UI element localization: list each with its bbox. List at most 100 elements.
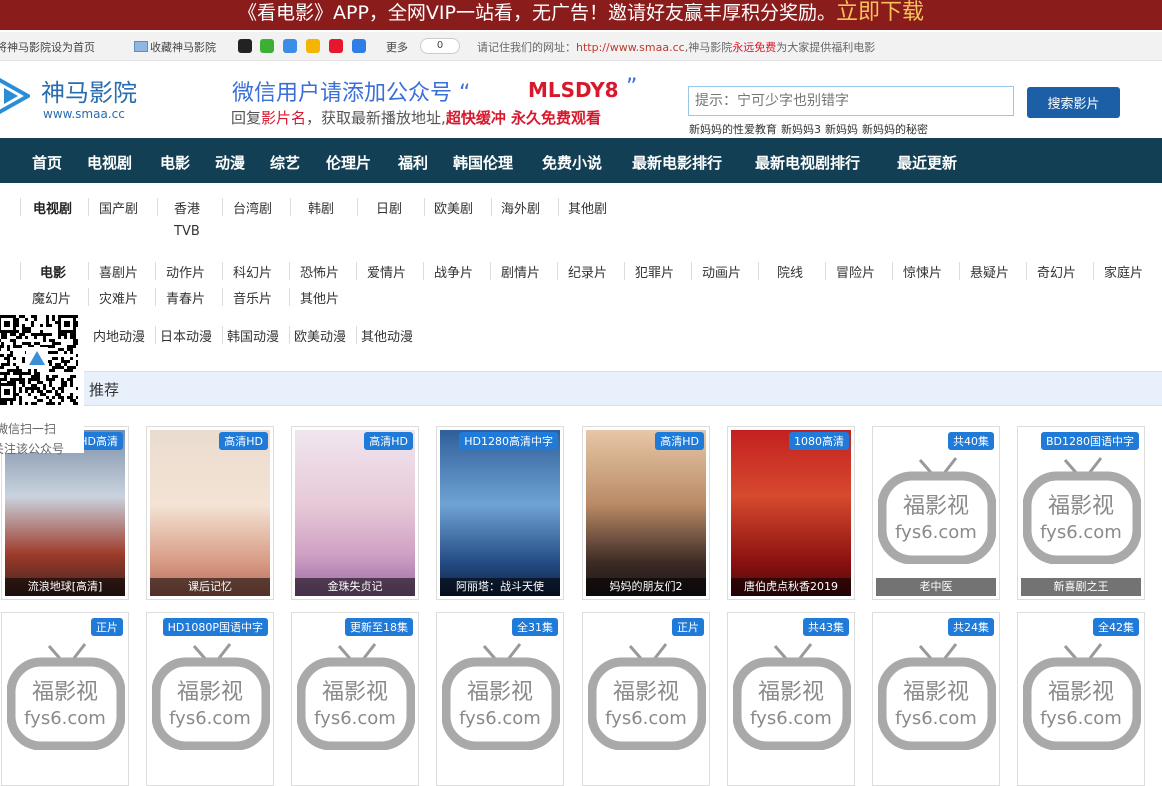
movie-card[interactable]: 高清HD 金珠失贞记 — [291, 426, 419, 600]
movie-poster[interactable]: 高清HD 课后记忆 — [150, 430, 270, 596]
cat-tv-item[interactable]: TVB — [174, 224, 200, 239]
hot-keyword[interactable]: 新妈妈3 — [781, 123, 821, 136]
hot-keyword[interactable]: 新妈妈的性爱教育 — [689, 123, 777, 136]
cat-tv-item[interactable]: 国产剧 — [99, 198, 138, 217]
set-home-link[interactable]: 将神马影院设为首页 — [0, 39, 95, 55]
nav-recent[interactable]: 最近更新 — [897, 152, 957, 173]
movie-title[interactable]: 老中医 — [876, 578, 996, 596]
download-link[interactable]: 立即下载 — [836, 0, 924, 25]
movie-card[interactable]: 福影视 fys6.com 共43集 — [727, 612, 855, 786]
movie-poster[interactable]: 福影视 fys6.com HD1080P国语中字 — [150, 616, 270, 782]
site-logo-name[interactable]: 神马影院 — [41, 73, 137, 108]
movie-poster[interactable]: 福影视 fys6.com 正片 — [5, 616, 125, 782]
movie-poster[interactable]: 高清HD 金珠失贞记 — [295, 430, 415, 596]
nav-variety[interactable]: 综艺 — [270, 152, 300, 173]
nav-novel[interactable]: 免费小说 — [542, 152, 602, 173]
movie-card[interactable]: 福影视 fys6.com HD1080P国语中字 — [146, 612, 274, 786]
cat-movie-item[interactable]: 纪录片 — [568, 262, 607, 281]
qzone-icon[interactable] — [283, 39, 297, 53]
cat-movie-item[interactable]: 犯罪片 — [635, 262, 674, 281]
hot-keyword[interactable]: 新妈妈的秘密 — [862, 123, 928, 136]
cat-movie-item[interactable]: 恐怖片 — [300, 262, 339, 281]
cat-movie-item[interactable]: 冒险片 — [836, 262, 875, 281]
cat-movie-item[interactable]: 家庭片 — [1104, 262, 1143, 281]
cat-anime-item[interactable]: 欧美动漫 — [294, 326, 346, 345]
movie-card[interactable]: 高清HD 课后记忆 — [146, 426, 274, 600]
top-promo-banner[interactable]: 《看电影》APP，全网VIP一站看，无广告！邀请好友赢丰厚积分奖励。立即下载 — [0, 0, 1162, 30]
cat-movie-item[interactable]: 战争片 — [434, 262, 473, 281]
movie-title[interactable]: 新喜剧之王 — [1021, 578, 1141, 596]
cat-anime-item[interactable]: 内地动漫 — [93, 326, 145, 345]
movie-card[interactable]: 福影视 fys6.com 正片 — [582, 612, 710, 786]
movie-poster[interactable]: 福影视 fys6.com 全42集 — [1021, 616, 1141, 782]
cat-tv-item[interactable]: 海外剧 — [501, 198, 540, 217]
cat-anime-item[interactable]: 其他动漫 — [361, 326, 413, 345]
nav-tv[interactable]: 电视剧 — [87, 152, 132, 173]
cat-tv-item[interactable]: 其他剧 — [568, 198, 607, 217]
movie-card[interactable]: 福影视 fys6.com 全31集 — [436, 612, 564, 786]
movie-title[interactable]: 课后记忆 — [150, 578, 270, 596]
cat-movie-item[interactable]: 其他片 — [300, 288, 339, 307]
movie-title[interactable]: 阿丽塔：战斗天使 — [440, 578, 560, 596]
wechat-icon[interactable] — [260, 39, 274, 53]
cat-movie-item[interactable]: 喜剧片 — [99, 262, 138, 281]
cat-movie-item[interactable]: 音乐片 — [233, 288, 272, 307]
cat-tv-item[interactable]: 韩剧 — [308, 198, 334, 217]
cat-anime-item[interactable]: 韩国动漫 — [227, 326, 279, 345]
nav-movie[interactable]: 电影 — [160, 152, 190, 173]
cat-movie-item[interactable]: 动作片 — [166, 262, 205, 281]
movie-card[interactable]: 福影视 fys6.com 更新至18集 — [291, 612, 419, 786]
movie-poster[interactable]: 福影视 fys6.com 共40集 老中医 — [876, 430, 996, 596]
site-url[interactable]: http://www.smaa.cc — [576, 41, 685, 54]
logo-play-icon[interactable] — [0, 76, 33, 116]
movie-card[interactable]: 高清HD 妈妈的朋友们2 — [582, 426, 710, 600]
movie-card[interactable]: 福影视 fys6.com BD1280国语中字 新喜剧之王 — [1017, 426, 1145, 600]
sina-weibo-icon[interactable] — [329, 39, 343, 53]
bookmark-link[interactable]: 收藏神马影院 — [150, 39, 216, 55]
movie-poster[interactable]: 福影视 fys6.com 更新至18集 — [295, 616, 415, 782]
more-share-link[interactable]: 更多 — [386, 39, 408, 55]
movie-card[interactable]: 福影视 fys6.com 共40集 老中医 — [872, 426, 1000, 600]
cat-tv-item[interactable]: 欧美剧 — [434, 198, 473, 217]
cat-movie-item[interactable]: 爱情片 — [367, 262, 406, 281]
movie-card[interactable]: HD1280高清中字 阿丽塔：战斗天使 — [436, 426, 564, 600]
movie-poster[interactable]: 福影视 fys6.com 正片 — [586, 616, 706, 782]
cat-tv-head[interactable]: 电视剧 — [33, 198, 72, 217]
movie-poster[interactable]: 福影视 fys6.com 共43集 — [731, 616, 851, 782]
movie-poster[interactable]: 福影视 fys6.com 全31集 — [440, 616, 560, 782]
nav-korean-ethics[interactable]: 韩国伦理 — [453, 152, 513, 173]
cat-movie-item[interactable]: 悬疑片 — [970, 262, 1009, 281]
movie-poster[interactable]: 福影视 fys6.com 共24集 — [876, 616, 996, 782]
movie-poster[interactable]: 1080高清 唐伯虎点秋香2019 — [731, 430, 851, 596]
movie-poster[interactable]: HD1280高清中字 阿丽塔：战斗天使 — [440, 430, 560, 596]
nav-tv-ranking[interactable]: 最新电视剧排行 — [755, 152, 860, 173]
floating-qr-widget[interactable]: 微信扫一扫 关注该公众号 — [0, 313, 84, 456]
nav-home[interactable]: 首页 — [32, 152, 62, 173]
cat-movie-item[interactable]: 魔幻片 — [32, 288, 71, 307]
nav-anime[interactable]: 动漫 — [215, 152, 245, 173]
movie-poster[interactable]: 高清HD 妈妈的朋友们2 — [586, 430, 706, 596]
cat-movie-item[interactable]: 剧情片 — [501, 262, 540, 281]
movie-card[interactable]: 福影视 fys6.com 共24集 — [872, 612, 1000, 786]
cat-movie-item[interactable]: 灾难片 — [99, 288, 138, 307]
cat-anime-item[interactable]: 日本动漫 — [160, 326, 212, 345]
nav-ethics[interactable]: 伦理片 — [326, 152, 371, 173]
movie-card[interactable]: 福影视 fys6.com 正片 — [1, 612, 129, 786]
movie-title[interactable]: 金珠失贞记 — [295, 578, 415, 596]
movie-title[interactable]: 流浪地球[高清] — [5, 578, 125, 596]
movie-card[interactable]: 福影视 fys6.com 全42集 — [1017, 612, 1145, 786]
cat-tv-item[interactable]: 日剧 — [376, 198, 402, 217]
nav-movie-ranking[interactable]: 最新电影排行 — [632, 152, 722, 173]
nav-welfare[interactable]: 福利 — [398, 152, 428, 173]
movie-title[interactable]: 唐伯虎点秋香2019 — [731, 578, 851, 596]
cat-tv-item[interactable]: 香港 — [174, 198, 200, 217]
cat-movie-item[interactable]: 科幻片 — [233, 262, 272, 281]
cat-movie-item[interactable]: 院线 — [777, 262, 803, 281]
cat-movie-item[interactable]: 青春片 — [166, 288, 205, 307]
hot-keyword[interactable]: 新妈妈 — [825, 123, 858, 136]
cat-movie-item[interactable]: 惊悚片 — [903, 262, 942, 281]
share-plus-icon[interactable] — [352, 39, 366, 53]
movie-title[interactable]: 妈妈的朋友们2 — [586, 578, 706, 596]
movie-poster[interactable]: 福影视 fys6.com BD1280国语中字 新喜剧之王 — [1021, 430, 1141, 596]
tencent-weibo-icon[interactable] — [306, 39, 320, 53]
